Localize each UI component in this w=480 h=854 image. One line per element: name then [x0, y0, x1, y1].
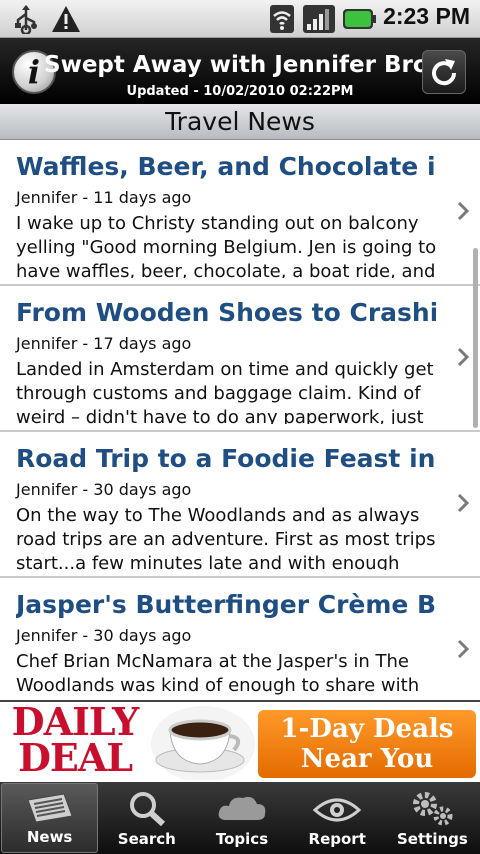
tab-label: News — [26, 828, 73, 846]
status-time: 2:23 PM — [383, 3, 470, 29]
news-excerpt: Landed in Amsterdam on time and quickly … — [16, 359, 434, 424]
chevron-right-icon — [457, 347, 470, 367]
warning-icon — [52, 6, 80, 32]
tab-label: Settings — [397, 830, 468, 848]
tab-label: Report — [308, 830, 366, 848]
battery-icon — [343, 9, 376, 29]
chevron-right-icon — [457, 639, 470, 659]
ad-offer[interactable]: 1-Day Deals Near You — [258, 710, 476, 778]
tab-search[interactable]: Search — [99, 782, 194, 854]
tab-label: Topics — [215, 830, 269, 848]
tab-settings[interactable]: Settings — [385, 782, 480, 854]
tab-topics[interactable]: Topics — [194, 782, 289, 854]
wifi-icon — [270, 5, 294, 33]
tab-label: Search — [117, 830, 176, 848]
news-title: From Wooden Shoes to Crashin... — [16, 298, 436, 327]
news-item[interactable]: From Wooden Shoes to Crashin... Jennifer… — [0, 286, 480, 432]
status-bar: 2:23 PM — [0, 0, 480, 38]
news-title: Road Trip to a Foodie Feast in ... — [16, 444, 436, 473]
tab-news[interactable]: News — [1, 783, 99, 853]
news-item[interactable]: Road Trip to a Foodie Feast in ... Jenni… — [0, 432, 480, 578]
updated-timestamp: Updated - 10/02/2010 02:22PM — [126, 84, 354, 99]
news-title: Jasper's Butterfinger Crème Br... — [16, 590, 436, 619]
news-item[interactable]: Waffles, Beer, and Chocolate i... Jennif… — [0, 140, 480, 286]
news-title: Waffles, Beer, and Chocolate i... — [16, 152, 436, 181]
section-title: Travel News — [0, 104, 480, 140]
coffee-cup-icon — [151, 706, 255, 780]
app-header: i Swept Away with Jennifer Broome Update… — [0, 38, 480, 104]
signal-icon — [303, 5, 335, 33]
tab-bar: News Search Topics Report Settings — [0, 782, 480, 854]
usb-icon — [15, 5, 37, 34]
refresh-button[interactable] — [422, 50, 466, 94]
ad-brand: DAILY DEAL — [2, 703, 148, 780]
tab-report[interactable]: Report — [290, 782, 385, 854]
eye-icon — [312, 798, 362, 822]
chevron-right-icon — [457, 493, 470, 513]
news-excerpt: I wake up to Christy standing out on bal… — [16, 213, 437, 278]
ad-offer-line1: 1-Day Deals — [280, 714, 454, 744]
news-list[interactable]: Waffles, Beer, and Chocolate i... Jennif… — [0, 140, 480, 700]
ad-banner[interactable]: DAILY DEAL 1-Day Deals Near You — [0, 700, 480, 782]
newspaper-icon — [26, 793, 73, 823]
ad-offer-line2: Near You — [300, 744, 434, 774]
scrollbar[interactable] — [473, 248, 478, 428]
gears-icon — [413, 792, 453, 826]
news-meta: Jennifer - 30 days ago — [16, 626, 192, 645]
news-meta: Jennifer - 17 days ago — [16, 334, 192, 353]
news-meta: Jennifer - 30 days ago — [16, 480, 192, 499]
cloud-icon — [218, 796, 266, 820]
news-excerpt: On the way to The Woodlands and as alway… — [16, 505, 436, 570]
refresh-icon — [432, 59, 457, 86]
chevron-right-icon — [457, 201, 470, 221]
magnifier-icon — [129, 792, 165, 826]
news-item[interactable]: Jasper's Butterfinger Crème Br... Jennif… — [0, 578, 480, 700]
news-excerpt: Chef Brian McNamara at the Jasper's in T… — [16, 651, 420, 696]
app-title: Swept Away with Jennifer Broome — [44, 52, 434, 78]
news-meta: Jennifer - 11 days ago — [16, 188, 192, 207]
ad-brand-line2: DEAL — [17, 735, 133, 780]
